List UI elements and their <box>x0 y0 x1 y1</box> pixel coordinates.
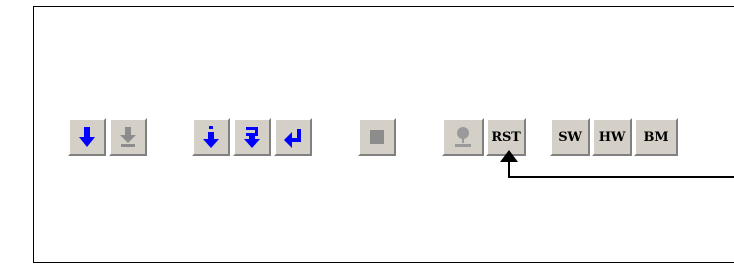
breakpoint-pin-icon <box>455 127 471 147</box>
bm-button-label: BM <box>643 129 669 145</box>
download-all-button[interactable] <box>109 118 147 156</box>
download-button[interactable] <box>68 118 106 156</box>
step-over-button[interactable] <box>233 118 271 156</box>
breakpoint-button[interactable] <box>442 118 484 156</box>
hw-button[interactable]: HW <box>592 118 632 156</box>
stop-icon <box>370 130 384 144</box>
step-out-icon <box>284 129 301 148</box>
hw-button-label: HW <box>598 129 626 145</box>
rst-button[interactable]: RST <box>486 118 526 156</box>
rst-button-label: RST <box>491 129 521 145</box>
step-out-button[interactable] <box>274 118 312 156</box>
arrow-down-icon <box>79 127 95 147</box>
debug-toolbar: RST SW HW BM <box>68 118 678 156</box>
step-into-button[interactable] <box>192 118 230 156</box>
arrow-down-bar-icon <box>120 127 136 147</box>
sw-button-label: SW <box>558 129 582 145</box>
sw-button[interactable]: SW <box>550 118 590 156</box>
step-into-icon <box>203 126 219 148</box>
step-over-icon <box>244 127 260 148</box>
stop-button[interactable] <box>358 118 396 156</box>
bm-button[interactable]: BM <box>634 118 678 156</box>
